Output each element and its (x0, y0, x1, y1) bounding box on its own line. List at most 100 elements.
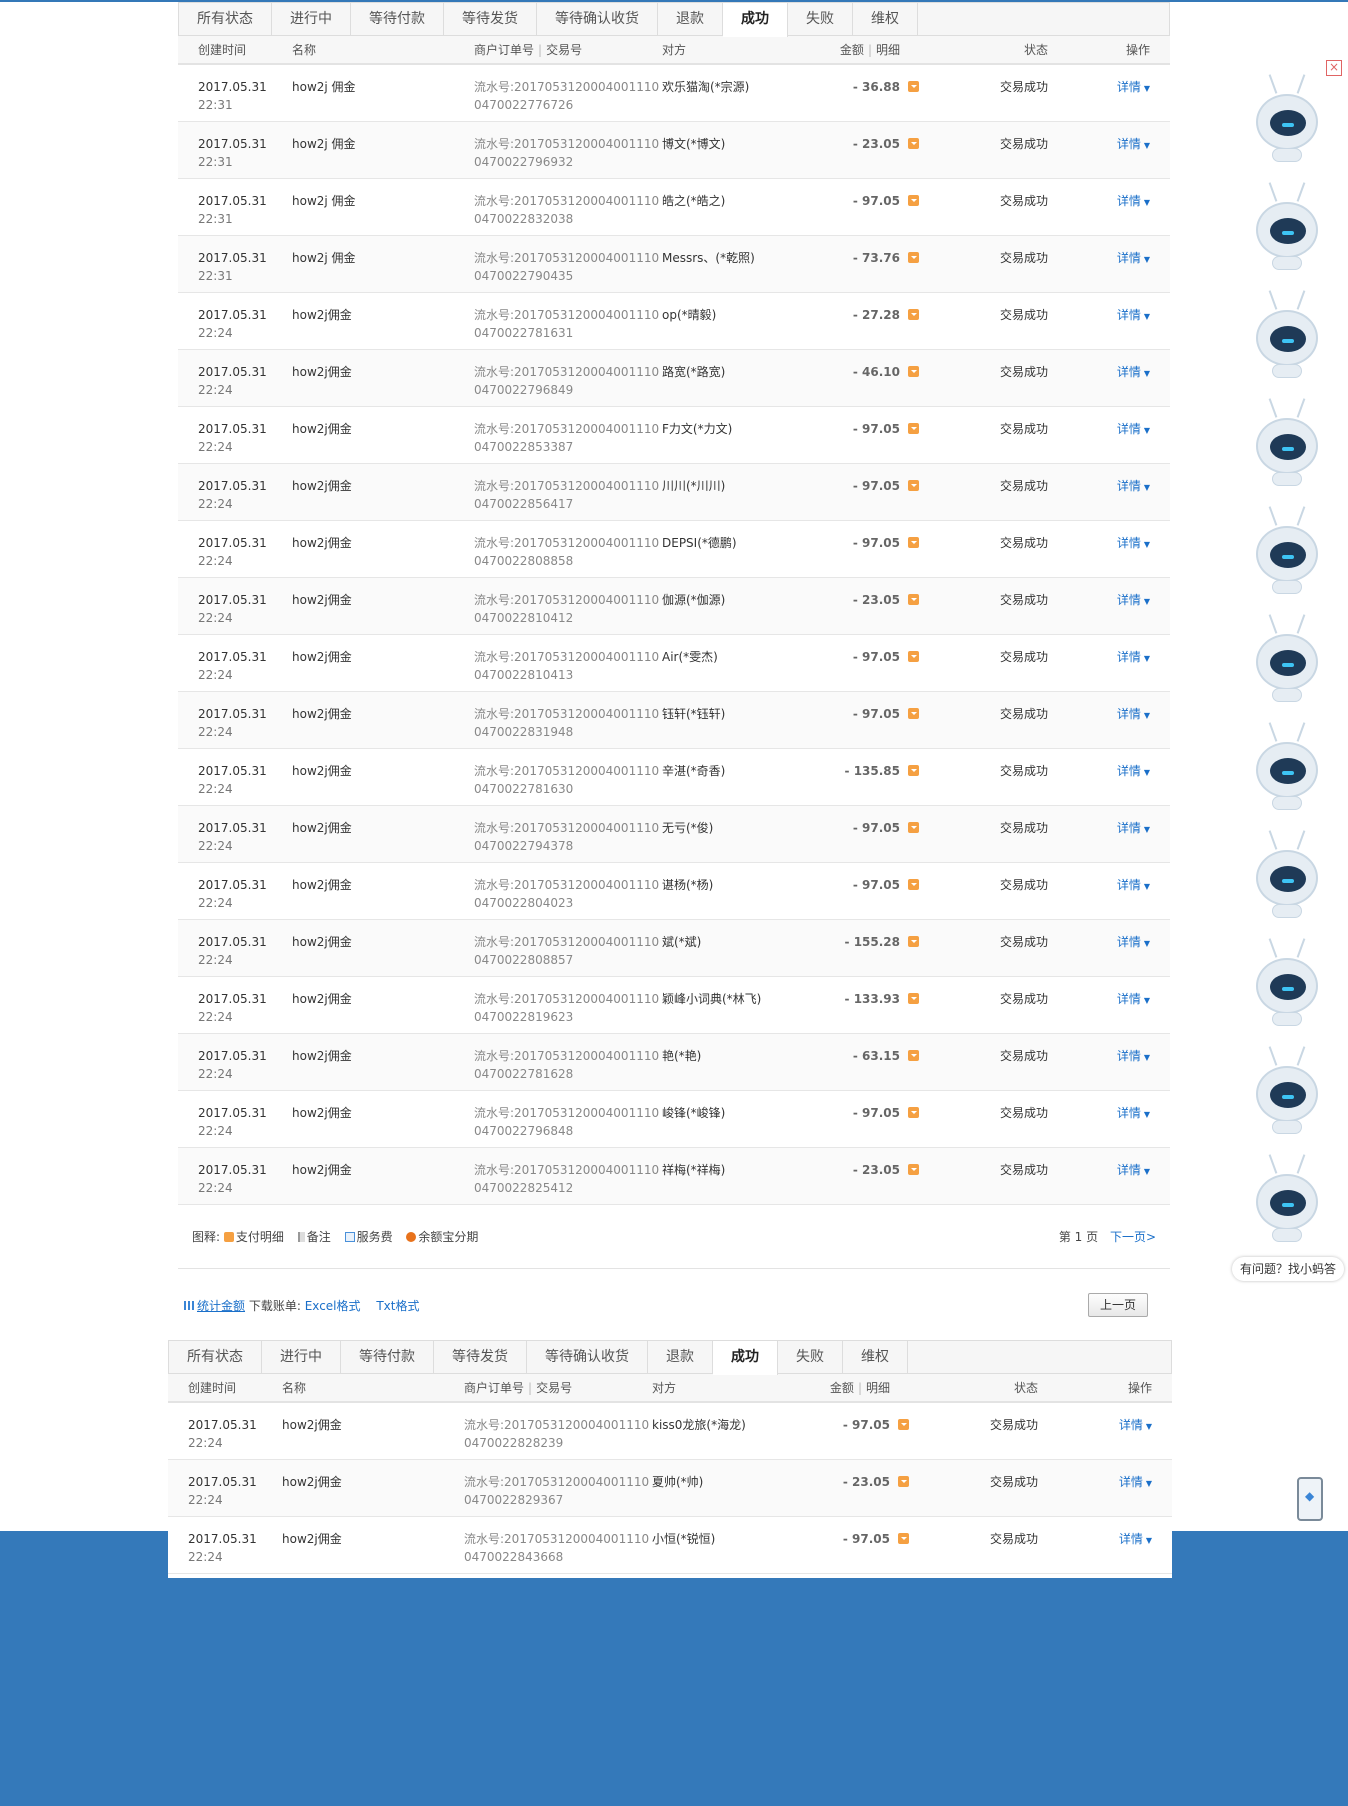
caret-down-icon[interactable]: ▼ (1144, 1167, 1150, 1176)
payment-detail-icon[interactable] (908, 309, 919, 320)
caret-down-icon[interactable]: ▼ (1146, 1479, 1152, 1488)
payment-detail-icon[interactable] (908, 1107, 919, 1118)
detail-dropdown-link[interactable]: 详情 (1117, 935, 1141, 949)
tab-item[interactable]: 所有状态 (169, 1341, 262, 1374)
payment-detail-icon[interactable] (908, 423, 919, 434)
download-excel-link[interactable]: Excel格式 (305, 1299, 361, 1313)
detail-dropdown-link[interactable]: 详情 (1117, 365, 1141, 379)
detail-dropdown-link[interactable]: 详情 (1117, 422, 1141, 436)
tab-item[interactable]: 等待发货 (444, 3, 537, 36)
payment-detail-icon[interactable] (898, 1476, 909, 1487)
detail-dropdown-link[interactable]: 详情 (1117, 1106, 1141, 1120)
caret-down-icon[interactable]: ▼ (1144, 369, 1150, 378)
payment-detail-icon[interactable] (908, 537, 919, 548)
payment-detail-icon[interactable] (908, 480, 919, 491)
tab-item[interactable]: 维权 (843, 1341, 908, 1374)
detail-dropdown-link[interactable]: 详情 (1119, 1418, 1143, 1432)
table-row[interactable]: 2017.05.31 22:24 how2j佣金 流水号:20170531200040… (178, 692, 1170, 749)
detail-dropdown-link[interactable]: 详情 (1117, 707, 1141, 721)
detail-dropdown-link[interactable]: 详情 (1117, 80, 1141, 94)
tab-item[interactable]: 维权 (853, 3, 918, 36)
payment-detail-icon[interactable] (908, 822, 919, 833)
tab-item[interactable]: 失败 (788, 3, 853, 36)
download-txt-link[interactable]: Txt格式 (376, 1299, 419, 1313)
detail-dropdown-link[interactable]: 详情 (1117, 479, 1141, 493)
table-row[interactable]: 2017.05.31 22:24 how2j佣金 流水号:20170531200040… (178, 350, 1170, 407)
tab-item[interactable]: 退款 (658, 3, 723, 36)
table-row[interactable]: 2017.05.31 22:24 how2j佣金 流水号:20170531200040… (178, 806, 1170, 863)
detail-dropdown-link[interactable]: 详情 (1119, 1475, 1143, 1489)
payment-detail-icon[interactable] (908, 366, 919, 377)
payment-detail-icon[interactable] (908, 138, 919, 149)
ask-assistant-button[interactable]: 有问题？找小蚂答 (1232, 1257, 1344, 1281)
payment-detail-icon[interactable] (908, 765, 919, 776)
payment-detail-icon[interactable] (908, 195, 919, 206)
prev-page-button[interactable]: 上一页 (1088, 1293, 1148, 1317)
table-row[interactable]: 2017.05.31 22:24 how2j佣金 流水号:20170531200040… (168, 1517, 1172, 1574)
caret-down-icon[interactable]: ▼ (1144, 1053, 1150, 1062)
caret-down-icon[interactable]: ▼ (1144, 939, 1150, 948)
detail-dropdown-link[interactable]: 详情 (1117, 764, 1141, 778)
table-row[interactable]: 2017.05.31 22:31 how2j 佣金 流水号:2017053120004… (178, 65, 1170, 122)
caret-down-icon[interactable]: ▼ (1144, 84, 1150, 93)
caret-down-icon[interactable]: ▼ (1144, 711, 1150, 720)
caret-down-icon[interactable]: ▼ (1144, 198, 1150, 207)
detail-dropdown-link[interactable]: 详情 (1117, 593, 1141, 607)
payment-detail-icon[interactable] (908, 993, 919, 1004)
table-row[interactable]: 2017.05.31 22:24 how2j佣金 流水号:20170531200040… (178, 1148, 1170, 1205)
caret-down-icon[interactable]: ▼ (1144, 483, 1150, 492)
caret-down-icon[interactable]: ▼ (1144, 540, 1150, 549)
payment-detail-icon[interactable] (908, 936, 919, 947)
tab-item[interactable]: 成功 (713, 1341, 778, 1375)
tab-item[interactable]: 失败 (778, 1341, 843, 1374)
detail-dropdown-link[interactable]: 详情 (1117, 251, 1141, 265)
table-row[interactable]: 2017.05.31 22:24 how2j佣金 流水号:20170531200040… (178, 863, 1170, 920)
tab-item[interactable]: 退款 (648, 1341, 713, 1374)
next-page-link[interactable]: 下一页> (1110, 1230, 1156, 1244)
detail-dropdown-link[interactable]: 详情 (1117, 878, 1141, 892)
caret-down-icon[interactable]: ▼ (1144, 825, 1150, 834)
detail-dropdown-link[interactable]: 详情 (1117, 821, 1141, 835)
tab-item[interactable]: 等待付款 (341, 1341, 434, 1374)
table-row[interactable]: 2017.05.31 22:24 how2j佣金 流水号:20170531200040… (168, 1460, 1172, 1517)
table-row[interactable]: 2017.05.31 22:31 how2j 佣金 流水号:2017053120004… (178, 236, 1170, 293)
payment-detail-icon[interactable] (908, 651, 919, 662)
detail-dropdown-link[interactable]: 详情 (1117, 992, 1141, 1006)
table-row[interactable]: 2017.05.31 22:31 how2j 佣金 流水号:2017053120004… (178, 179, 1170, 236)
caret-down-icon[interactable]: ▼ (1146, 1536, 1152, 1545)
detail-dropdown-link[interactable]: 详情 (1117, 1163, 1141, 1177)
tab-item[interactable]: 成功 (723, 3, 788, 37)
detail-dropdown-link[interactable]: 详情 (1119, 1532, 1143, 1546)
payment-detail-icon[interactable] (908, 708, 919, 719)
caret-down-icon[interactable]: ▼ (1144, 654, 1150, 663)
payment-detail-icon[interactable] (908, 81, 919, 92)
tab-item[interactable]: 等待付款 (351, 3, 444, 36)
caret-down-icon[interactable]: ▼ (1144, 141, 1150, 150)
tab-item[interactable]: 所有状态 (179, 3, 272, 36)
caret-down-icon[interactable]: ▼ (1144, 597, 1150, 606)
caret-down-icon[interactable]: ▼ (1144, 768, 1150, 777)
table-row[interactable]: 2017.05.31 22:31 how2j 佣金 流水号:2017053120004… (178, 122, 1170, 179)
tab-item[interactable]: 等待发货 (434, 1341, 527, 1374)
mobile-phone-icon[interactable]: ◆ (1297, 1477, 1323, 1521)
caret-down-icon[interactable]: ▼ (1144, 312, 1150, 321)
payment-detail-icon[interactable] (908, 594, 919, 605)
tab-item[interactable]: 等待确认收货 (527, 1341, 648, 1374)
stat-total-link[interactable]: 统计金额 (197, 1299, 245, 1313)
table-row[interactable]: 2017.05.31 22:24 how2j佣金 流水号:20170531200040… (178, 1034, 1170, 1091)
payment-detail-icon[interactable] (908, 1050, 919, 1061)
detail-dropdown-link[interactable]: 详情 (1117, 1049, 1141, 1063)
tab-item[interactable]: 进行中 (262, 1341, 341, 1374)
detail-dropdown-link[interactable]: 详情 (1117, 308, 1141, 322)
caret-down-icon[interactable]: ▼ (1146, 1422, 1152, 1431)
caret-down-icon[interactable]: ▼ (1144, 996, 1150, 1005)
caret-down-icon[interactable]: ▼ (1144, 1110, 1150, 1119)
table-row[interactable]: 2017.05.31 22:24 how2j佣金 流水号:20170531200040… (178, 635, 1170, 692)
payment-detail-icon[interactable] (908, 1164, 919, 1175)
table-row[interactable]: 2017.05.31 22:24 how2j佣金 流水号:20170531200040… (178, 749, 1170, 806)
payment-detail-icon[interactable] (898, 1419, 909, 1430)
table-row[interactable]: 2017.05.31 22:24 how2j佣金 流水号:20170531200040… (178, 1091, 1170, 1148)
table-row[interactable]: 2017.05.31 22:24 how2j佣金 流水号:20170531200040… (178, 407, 1170, 464)
detail-dropdown-link[interactable]: 详情 (1117, 536, 1141, 550)
table-row[interactable]: 2017.05.31 22:24 how2j佣金 流水号:20170531200040… (178, 464, 1170, 521)
